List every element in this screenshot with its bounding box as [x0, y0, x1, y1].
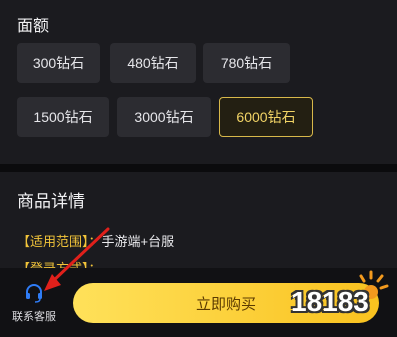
headset-icon: [26, 284, 42, 303]
watermark-logo: 18183: [283, 268, 393, 330]
watermark-text: 18183: [291, 286, 369, 317]
amount-option-300[interactable]: 300钻石: [17, 43, 100, 83]
amount-option-6000-selected[interactable]: 6000钻石: [219, 97, 313, 137]
detail-scope-key: 【适用范围】：: [17, 234, 102, 249]
amount-option-780[interactable]: 780钻石: [203, 43, 290, 83]
amount-option-1500[interactable]: 1500钻石: [17, 97, 109, 137]
amount-title: 面额: [17, 18, 50, 35]
amount-option-480[interactable]: 480钻石: [110, 43, 196, 83]
detail-row-scope: 【适用范围】： 手游端+台服: [17, 231, 174, 250]
details-title: 商品详情: [17, 192, 85, 211]
section-divider: [0, 164, 397, 172]
amount-option-3000[interactable]: 3000钻石: [117, 97, 211, 137]
customer-service-label: 联系客服: [12, 311, 56, 323]
customer-service-button[interactable]: 联系客服: [8, 281, 58, 327]
detail-scope-value: 手游端+台服: [101, 234, 175, 249]
